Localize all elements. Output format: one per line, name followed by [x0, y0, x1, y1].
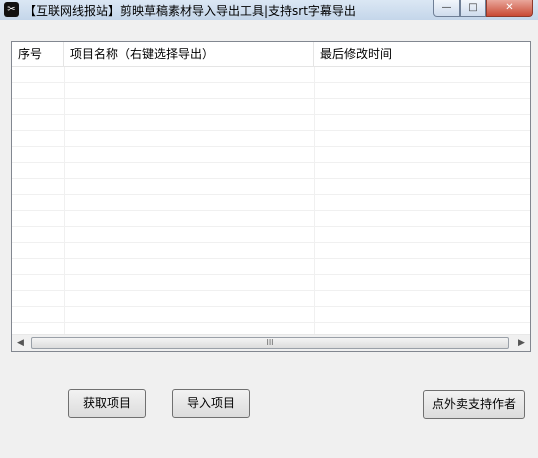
list-body[interactable]: [12, 67, 530, 335]
get-projects-button[interactable]: 获取项目: [68, 389, 146, 418]
horizontal-scrollbar[interactable]: ◀ III ▶: [12, 334, 530, 351]
list-header: 序号 项目名称（右键选择导出） 最后修改时间: [12, 42, 530, 67]
column-header-index[interactable]: 序号: [12, 42, 64, 66]
scrollbar-thumb[interactable]: III: [31, 337, 509, 349]
title-bar[interactable]: ✂ 【互联网线报站】剪映草稿素材导入导出工具|支持srt字幕导出 — □ ✕: [0, 0, 538, 20]
grid-line: [64, 67, 65, 335]
support-author-button[interactable]: 点外卖支持作者: [423, 390, 525, 419]
grid-line: [314, 67, 315, 335]
import-project-button[interactable]: 导入项目: [172, 389, 250, 418]
app-logo-icon: ✂: [4, 2, 19, 17]
column-header-modified-time[interactable]: 最后修改时间: [314, 42, 530, 66]
minimize-button[interactable]: —: [433, 0, 460, 17]
column-header-project-name[interactable]: 项目名称（右键选择导出）: [64, 42, 314, 66]
maximize-button[interactable]: □: [460, 0, 486, 17]
project-list[interactable]: 序号 项目名称（右键选择导出） 最后修改时间 ◀ III ▶: [11, 41, 531, 352]
close-button[interactable]: ✕: [486, 0, 533, 17]
window-title: 【互联网线报站】剪映草稿素材导入导出工具|支持srt字幕导出: [24, 4, 356, 18]
scroll-left-arrow-icon[interactable]: ◀: [12, 335, 29, 351]
scroll-right-arrow-icon[interactable]: ▶: [513, 335, 530, 351]
